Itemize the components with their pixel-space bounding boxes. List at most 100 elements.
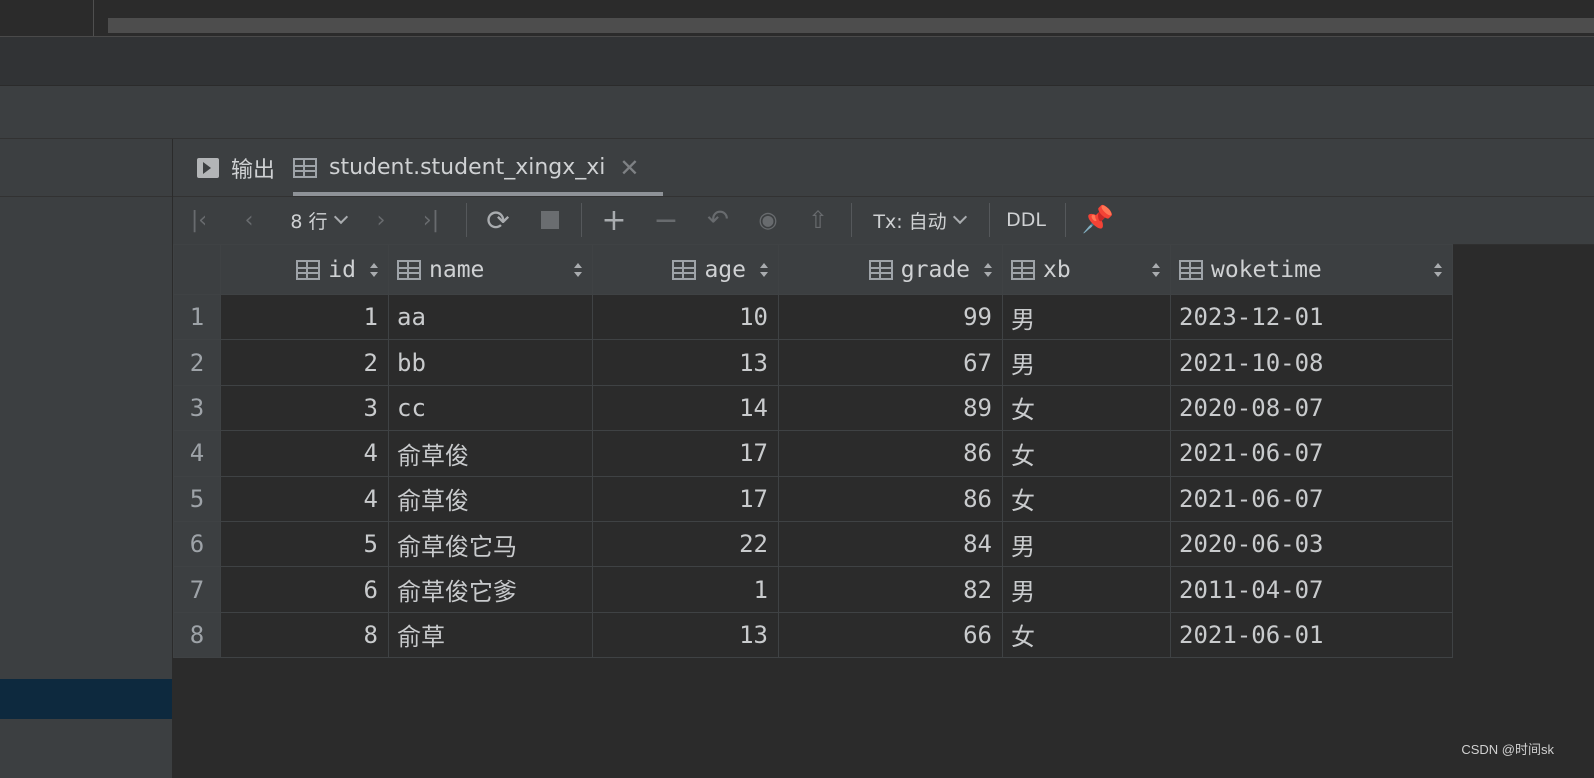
cell-xb[interactable]: 男 [1002,520,1171,568]
cell-name[interactable]: 俞草俊它爹 [388,566,593,613]
ddl-button[interactable]: DDL [1001,197,1051,243]
add-row-icon[interactable]: + [597,197,631,243]
cell-xb[interactable]: 男 [1002,293,1171,341]
tab-student-table[interactable]: student.student_xingx_xi ✕ [293,139,663,196]
cell-age[interactable]: 17 [592,430,779,477]
cell-age[interactable]: 14 [592,384,779,432]
cell-name[interactable]: bb [388,339,593,386]
cell-id[interactable]: 1 [220,293,389,341]
cell-age[interactable]: 13 [592,339,779,386]
cell-id[interactable]: 3 [220,384,389,432]
column-icon [1179,259,1203,280]
cell-id[interactable]: 4 [220,475,389,522]
cell-woketime[interactable]: 2023-12-01 [1170,293,1453,341]
cell-woketime[interactable]: 2021-06-07 [1170,430,1453,477]
cell-name[interactable]: 俞草俊它马 [388,520,593,568]
column-header-grade[interactable]: grade [778,244,1003,295]
cell-name[interactable]: 俞草俊 [388,475,593,522]
row-number[interactable]: 5 [173,475,221,522]
cell-age[interactable]: 10 [592,293,779,341]
grid-toolbar: |‹ ‹ 8 行 › ›| ⟳ + − ↶ ◉ ⇧ Tx: 自动 DDL 📌 [173,197,1594,245]
stop-button[interactable] [533,197,567,243]
cell-grade[interactable]: 99 [778,293,1003,341]
cell-grade[interactable]: 84 [778,520,1003,568]
cell-xb[interactable]: 女 [1002,430,1171,477]
next-page-icon[interactable]: › [367,197,395,243]
close-icon[interactable]: ✕ [619,154,639,182]
cell-age[interactable]: 17 [592,475,779,522]
left-panel-selected-item[interactable] [0,679,172,719]
column-header-xb[interactable]: xb [1002,244,1171,295]
row-number[interactable]: 8 [173,611,221,659]
row-number[interactable]: 4 [173,430,221,477]
cell-woketime[interactable]: 2020-08-07 [1170,384,1453,432]
cell-grade[interactable]: 82 [778,566,1003,613]
active-tab-indicator [293,192,663,196]
left-panel-divider [0,196,172,197]
pin-icon[interactable]: 📌 [1081,197,1115,243]
cell-grade[interactable]: 66 [778,611,1003,659]
row-number[interactable]: 7 [173,566,221,613]
cell-id[interactable]: 4 [220,430,389,477]
cell-xb[interactable]: 女 [1002,475,1171,522]
table-row[interactable]: 7 6 俞草俊它爹 1 82 男 2011-04-07 [173,566,1453,613]
cell-name[interactable]: 俞草 [388,611,593,659]
previous-page-icon[interactable]: ‹ [235,197,263,243]
cell-woketime[interactable]: 2021-06-07 [1170,475,1453,522]
table-row[interactable]: 2 2 bb 13 67 男 2021-10-08 [173,339,1453,386]
table-row[interactable]: 8 8 俞草 13 66 女 2021-06-01 [173,611,1453,659]
cell-xb[interactable]: 男 [1002,339,1171,386]
cell-name[interactable]: aa [388,293,593,341]
cell-id[interactable]: 6 [220,566,389,613]
cell-id[interactable]: 5 [220,520,389,568]
table-row[interactable]: 1 1 aa 10 99 男 2023-12-01 [173,293,1453,341]
cell-age[interactable]: 22 [592,520,779,568]
preview-changes-icon[interactable]: ◉ [751,197,785,243]
column-header-woketime[interactable]: woketime [1170,244,1453,295]
column-header-id[interactable]: id [220,244,389,295]
sort-icon[interactable] [984,262,992,277]
sort-icon[interactable] [760,262,768,277]
cell-xb[interactable]: 男 [1002,566,1171,613]
sort-icon[interactable] [1152,262,1160,277]
first-page-icon[interactable]: |‹ [185,197,213,243]
cell-id[interactable]: 8 [220,611,389,659]
cell-woketime[interactable]: 2021-06-01 [1170,611,1453,659]
horizontal-scrollbar[interactable] [108,18,1594,33]
table-row[interactable]: 6 5 俞草俊它马 22 84 男 2020-06-03 [173,520,1453,568]
column-header-age[interactable]: age [592,244,779,295]
cell-grade[interactable]: 89 [778,384,1003,432]
table-row[interactable]: 5 4 俞草俊 17 86 女 2021-06-07 [173,475,1453,522]
sort-icon[interactable] [574,262,582,277]
cell-grade[interactable]: 86 [778,475,1003,522]
cell-woketime[interactable]: 2011-04-07 [1170,566,1453,613]
rows-count-dropdown[interactable]: 8 行 [283,197,353,243]
cell-woketime[interactable]: 2020-06-03 [1170,520,1453,568]
table-row[interactable]: 4 4 俞草俊 17 86 女 2021-06-07 [173,430,1453,477]
cell-name[interactable]: cc [388,384,593,432]
tab-output[interactable]: 输出 [197,139,275,196]
row-number[interactable]: 2 [173,339,221,386]
revert-icon[interactable]: ↶ [701,197,735,243]
cell-grade[interactable]: 67 [778,339,1003,386]
table-row[interactable]: 3 3 cc 14 89 女 2020-08-07 [173,384,1453,432]
tx-mode-dropdown[interactable]: Tx: 自动 [869,197,969,243]
row-number[interactable]: 6 [173,520,221,568]
last-page-icon[interactable]: ›| [417,197,445,243]
delete-row-icon[interactable]: − [649,197,683,243]
sort-icon[interactable] [1434,262,1442,277]
cell-age[interactable]: 13 [592,611,779,659]
cell-xb[interactable]: 女 [1002,384,1171,432]
cell-xb[interactable]: 女 [1002,611,1171,659]
cell-age[interactable]: 1 [592,566,779,613]
submit-icon[interactable]: ⇧ [801,197,835,243]
row-number[interactable]: 1 [173,293,221,341]
cell-id[interactable]: 2 [220,339,389,386]
column-header-name[interactable]: name [388,244,593,295]
row-number[interactable]: 3 [173,384,221,432]
cell-woketime[interactable]: 2021-10-08 [1170,339,1453,386]
refresh-icon[interactable]: ⟳ [481,197,515,243]
sort-icon[interactable] [370,262,378,277]
cell-name[interactable]: 俞草俊 [388,430,593,477]
cell-grade[interactable]: 86 [778,430,1003,477]
